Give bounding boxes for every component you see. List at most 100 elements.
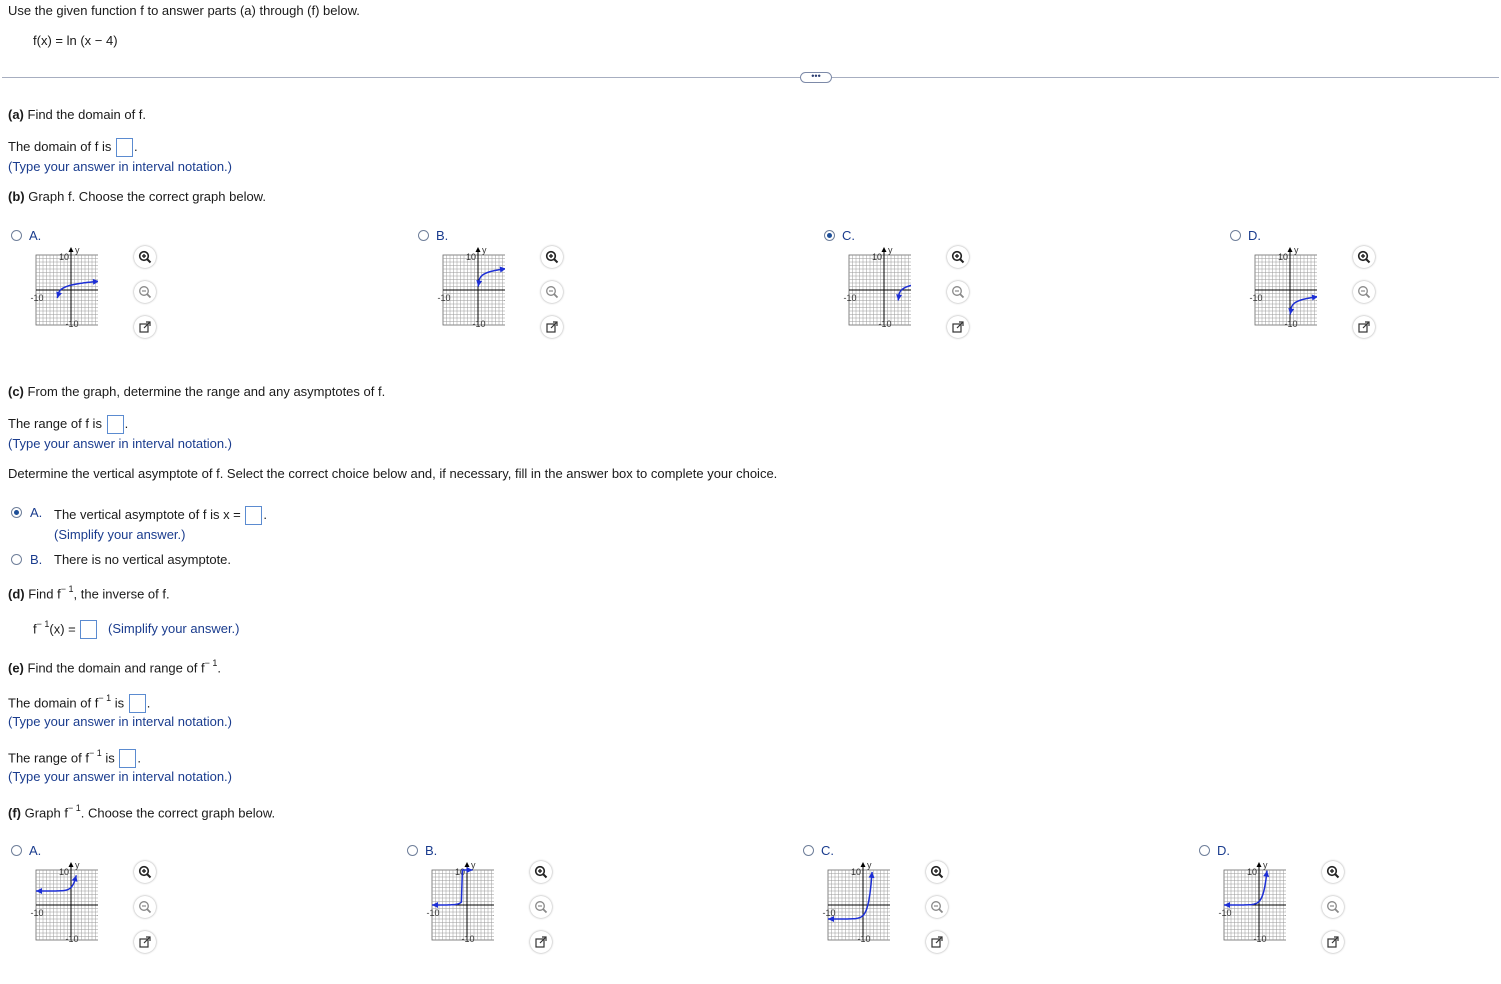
graph-f-option-a-popout-button[interactable] (134, 316, 156, 338)
y-min-tick-label: -10 (878, 319, 891, 329)
graph-f-inverse-option-d-label: D. (1217, 843, 1230, 858)
graph-f-inverse-option-c-label: C. (821, 843, 834, 858)
y-min-tick-label: -10 (1253, 934, 1266, 944)
expand-button[interactable]: ••• (800, 72, 832, 83)
y-axis-arrow (881, 247, 887, 252)
y-axis-arrow (68, 862, 74, 867)
graph-f-option-b-graph[interactable]: yx10-1010-10 (405, 245, 522, 345)
x-max-tick-label: 10 (1285, 908, 1286, 918)
popout-icon (139, 321, 151, 333)
graph-f-option-c-radio[interactable] (824, 230, 835, 241)
graph-f-inverse-option-d-graph[interactable]: yx10-1010-10 (1186, 860, 1303, 960)
y-axis-arrow (68, 247, 74, 252)
graph-f-inverse-option-a-popout-button[interactable] (134, 931, 156, 953)
y-axis-arrow (860, 862, 866, 867)
graph-f-option-a-graph[interactable]: yx10-1010-10 (0, 245, 115, 345)
zoom-in-icon (1326, 865, 1340, 879)
graph-f-inverse-option-a-zoom-out-button[interactable] (134, 896, 156, 918)
graph-f-inverse-option-b-graph[interactable]: yx10-1010-10 (394, 860, 511, 960)
asymptote-choice-b-label: B. (30, 552, 43, 567)
asymptote-answer-box[interactable] (245, 506, 263, 525)
y-axis-arrow (475, 247, 481, 252)
y-min-tick-label: -10 (472, 319, 485, 329)
asymptote-choice-a-hint: (Simplify your answer.) (54, 527, 186, 542)
y-max-tick-label: 10 (59, 867, 69, 877)
graph-f-option-b-zoom-in-button[interactable] (541, 246, 563, 268)
graph-f-inverse-option-a-graph[interactable]: yx10-1010-10 (0, 860, 115, 960)
graph-f-inverse-option-c-zoom-in-button[interactable] (926, 861, 948, 883)
graph-f-inverse-option-b-zoom-in-button[interactable] (530, 861, 552, 883)
graph-f-option-a-label: A. (29, 228, 42, 243)
graph-f-inverse-option-c-zoom-out-button[interactable] (926, 896, 948, 918)
part-a-question: (a) Find the domain of f. (8, 107, 147, 122)
graph-f-option-b-zoom-out-button[interactable] (541, 281, 563, 303)
inverse-domain-answer-box[interactable] (128, 694, 146, 714)
graph-f-inverse-option-a-zoom-in-button[interactable] (134, 861, 156, 883)
x-min-tick-label: -10 (843, 293, 856, 303)
graph-f-inverse-option-d-zoom-in-button[interactable] (1322, 861, 1344, 883)
graph-f-inverse-option-d-radio[interactable] (1199, 845, 1210, 856)
part-c-question: (c) From the graph, determine the range … (8, 384, 386, 399)
graph-f-inverse-option-d-zoom-out-button[interactable] (1322, 896, 1344, 918)
graph-f-graph-a: yx10-1010-10 (30, 245, 115, 329)
graph-f-option-b-radio[interactable] (418, 230, 429, 241)
graph-f-inverse-option-c-radio[interactable] (803, 845, 814, 856)
graph-f-inverse-option-b-radio[interactable] (407, 845, 418, 856)
graph-f-option-c-zoom-out-button[interactable] (947, 281, 969, 303)
zoom-in-icon (545, 250, 559, 264)
inverse-range-answer-box[interactable] (119, 749, 137, 769)
zoom-out-icon (931, 901, 944, 914)
x-min-tick-label: -10 (1249, 293, 1262, 303)
range-answer-box[interactable] (106, 415, 124, 434)
x-min-tick-label: -10 (426, 908, 439, 918)
y-axis-label: y (75, 860, 80, 870)
graph-f-option-c-popout-button[interactable] (947, 316, 969, 338)
x-max-tick-label: 10 (910, 293, 911, 303)
graph-f-inverse-option-b-popout-button[interactable] (530, 931, 552, 953)
graph-f-option-b-popout-button[interactable] (541, 316, 563, 338)
zoom-out-icon (139, 286, 152, 299)
x-min-tick-label: -10 (437, 293, 450, 303)
asymptote-choice-b-text: There is no vertical asymptote. (54, 552, 232, 567)
popout-icon (535, 936, 547, 948)
graph-f-inverse-option-b-zoom-out-button[interactable] (530, 896, 552, 918)
graph-f-option-a-zoom-out-button[interactable] (134, 281, 156, 303)
graph-f-option-d-label: D. (1248, 228, 1261, 243)
graph-f-option-d-radio[interactable] (1230, 230, 1241, 241)
graph-f-option-d-graph[interactable]: yx10-1010-10 (1217, 245, 1334, 345)
zoom-in-icon (534, 865, 548, 879)
popout-icon (1327, 936, 1339, 948)
graph-f-option-a-zoom-in-button[interactable] (134, 246, 156, 268)
zoom-out-icon (546, 286, 559, 299)
graph-f-inverse-option-a-radio[interactable] (11, 845, 22, 856)
asymptote-choice-a-radio[interactable] (11, 507, 22, 518)
inverse-answer-box[interactable] (80, 620, 98, 640)
asymptote-choice-b-radio[interactable] (11, 554, 22, 565)
popout-icon (931, 936, 943, 948)
asymptote-choice-a-text: The vertical asymptote of f is x = . (54, 506, 267, 525)
graph-f-inverse-option-b-label: B. (425, 843, 438, 858)
part-d-equation: f− 1(x) = (Simplify your answer.) (33, 619, 240, 640)
zoom-in-icon (1357, 250, 1371, 264)
graph-f-option-d-zoom-in-button[interactable] (1353, 246, 1375, 268)
zoom-out-icon (535, 901, 548, 914)
graph-f-option-c-graph[interactable]: yx10-1010-10 (811, 245, 928, 345)
domain-answer-box[interactable] (115, 138, 133, 157)
graph-f-option-d-popout-button[interactable] (1353, 316, 1375, 338)
graph-f-option-a-radio[interactable] (11, 230, 22, 241)
zoom-out-icon (139, 901, 152, 914)
asymptote-prompt: Determine the vertical asymptote of f. S… (8, 466, 778, 481)
x-max-tick-label: 10 (1316, 293, 1317, 303)
graph-f-inverse-option-c-graph[interactable]: yx10-1010-10 (790, 860, 907, 960)
y-axis-label: y (1294, 245, 1299, 255)
zoom-in-icon (951, 250, 965, 264)
graph-f-inverse-option-c-popout-button[interactable] (926, 931, 948, 953)
graph-f-inverse-option-d-popout-button[interactable] (1322, 931, 1344, 953)
graph-f-option-d-zoom-out-button[interactable] (1353, 281, 1375, 303)
y-min-tick-label: -10 (65, 319, 78, 329)
y-min-tick-label: -10 (65, 934, 78, 944)
y-max-tick-label: 10 (1247, 867, 1257, 877)
graph-f-option-c-zoom-in-button[interactable] (947, 246, 969, 268)
y-axis-arrow (1256, 862, 1262, 867)
y-max-tick-label: 10 (59, 252, 69, 262)
